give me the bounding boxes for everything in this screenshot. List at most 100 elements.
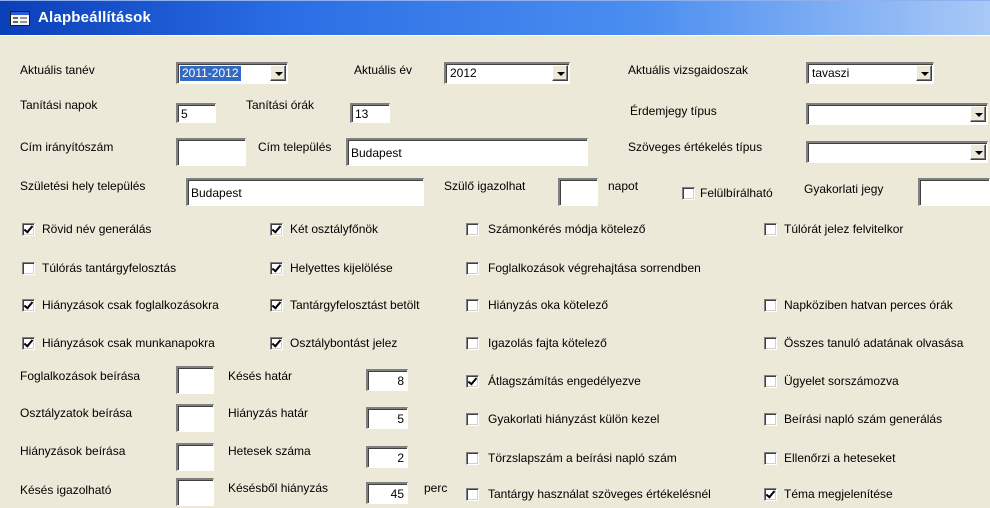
aktualis-tanev-value: 2011-2012 bbox=[180, 66, 241, 81]
torzslapszam-checkbox[interactable] bbox=[466, 452, 479, 465]
cim-telepules-label: Cím település bbox=[258, 140, 332, 154]
dropdown-arrow-icon[interactable] bbox=[916, 65, 932, 81]
ellenorzi-heteseket-checkbox[interactable] bbox=[764, 452, 777, 465]
szamonkeres-label: Számonkérés módja kötelező bbox=[488, 222, 646, 236]
aktualis-vizsgaidoszak-label: Aktuális vizsgaidoszak bbox=[628, 63, 749, 77]
hetesek-szama-input[interactable]: 2 bbox=[366, 446, 408, 468]
tantargyfelosztas-betolt-label: Tantárgyfelosztást betölt bbox=[290, 298, 420, 312]
hianyzasok-munkanap-label: Hiányzások csak munkanapokra bbox=[42, 336, 215, 350]
tuloras-tantargy-label: Túlórás tantárgyfelosztás bbox=[42, 261, 177, 275]
atlagszamitas-label: Átlagszámítás engedélyezve bbox=[488, 374, 641, 388]
ellenorzi-heteseket-label: Ellenőrzi a heteseket bbox=[784, 451, 896, 465]
hetesek-szama-label: Hetesek száma bbox=[228, 444, 311, 458]
napkoziben-checkbox[interactable] bbox=[764, 299, 777, 312]
osszes-tanulo-label: Összes tanuló adatának olvasása bbox=[784, 336, 964, 350]
aktualis-ev-label: Aktuális év bbox=[354, 63, 413, 77]
tanitasi-orak-input[interactable]: 13 bbox=[350, 103, 390, 123]
hianyzasok-foglalkozas-label: Hiányzások csak foglalkozásokra bbox=[42, 298, 219, 312]
aktualis-tanev-select[interactable]: 2011-2012 bbox=[176, 62, 288, 84]
ugyelet-checkbox[interactable] bbox=[764, 375, 777, 388]
tantargy-hasznalat-checkbox[interactable] bbox=[466, 488, 479, 501]
napkoziben-label: Napköziben hatvan perces órák bbox=[784, 298, 953, 312]
cim-telepules-input[interactable]: Budapest bbox=[346, 138, 588, 166]
aktualis-vizsgaidoszak-select[interactable]: tavaszi bbox=[806, 62, 934, 84]
dropdown-arrow-icon[interactable] bbox=[552, 65, 568, 81]
kesesbol-hianyzas-input[interactable]: 45 bbox=[366, 482, 408, 504]
osztalybontas-checkbox[interactable] bbox=[270, 337, 283, 350]
keses-igazolhato-label: Késés igazolható bbox=[20, 483, 112, 497]
gyakorlati-jegy-input[interactable] bbox=[918, 178, 990, 206]
dropdown-arrow-icon[interactable] bbox=[970, 106, 986, 122]
igazolas-fajta-label: Igazolás fajta kötelező bbox=[488, 336, 607, 350]
window-form-icon bbox=[10, 11, 30, 26]
helyettes-label: Helyettes kijelölése bbox=[290, 261, 393, 275]
felulbiralhato-label: Felülbírálható bbox=[700, 186, 773, 200]
hianyzasok-munkanap-checkbox[interactable] bbox=[22, 337, 35, 350]
torzslapszam-label: Törzslapszám a beírási napló szám bbox=[488, 451, 677, 465]
hianyzas-oka-checkbox[interactable] bbox=[466, 299, 479, 312]
szulo-igazolhat-label: Szülő igazolhat bbox=[444, 179, 526, 193]
tulorat-jelez-label: Túlórát jelez felvitelkor bbox=[784, 222, 904, 236]
window-title: Alapbeállítások bbox=[38, 9, 152, 26]
keses-igazolhato-input[interactable] bbox=[176, 478, 214, 506]
felulbiralhato-checkbox[interactable] bbox=[682, 187, 695, 200]
hianyzas-hatar-input[interactable]: 5 bbox=[366, 407, 408, 429]
ket-osztalyfonok-checkbox[interactable] bbox=[270, 223, 283, 236]
rovid-nev-label: Rövid név generálás bbox=[42, 222, 152, 236]
szoveges-ertekeles-tipus-label: Szöveges értékelés típus bbox=[628, 140, 763, 154]
szamonkeres-checkbox[interactable] bbox=[466, 223, 479, 236]
hianyzas-hatar-label: Hiányzás határ bbox=[228, 406, 309, 420]
osztalybontas-label: Osztálybontást jelez bbox=[290, 336, 398, 350]
dropdown-arrow-icon[interactable] bbox=[270, 65, 286, 81]
hianyzasok-beirasa-input[interactable] bbox=[176, 443, 214, 471]
osszes-tanulo-checkbox[interactable] bbox=[764, 337, 777, 350]
rovid-nev-checkbox[interactable] bbox=[22, 223, 35, 236]
tanitasi-napok-input[interactable]: 5 bbox=[176, 103, 216, 123]
keses-hatar-input[interactable]: 8 bbox=[366, 369, 408, 391]
szulo-igazolhat-unit: napot bbox=[608, 179, 639, 193]
tema-megjelenitese-label: Téma megjelenítése bbox=[784, 487, 893, 501]
tanitasi-napok-label: Tanítási napok bbox=[20, 98, 98, 112]
beirasi-naplo-label: Beírási napló szám generálás bbox=[784, 412, 943, 426]
kesesbol-hianyzas-label: Késésből hiányzás bbox=[228, 481, 329, 495]
kesesbol-hianyzas-unit: perc bbox=[424, 481, 448, 495]
igazolas-fajta-checkbox[interactable] bbox=[466, 337, 479, 350]
szoveges-ertekeles-tipus-select[interactable] bbox=[806, 141, 988, 163]
foglalkozasok-beirasa-input[interactable] bbox=[176, 366, 214, 394]
cim-iranyitoszam-label: Cím irányítószám bbox=[20, 140, 114, 154]
tulorat-jelez-checkbox[interactable] bbox=[764, 223, 777, 236]
settings-form: Aktuális tanév 2011-2012 Aktuális év 201… bbox=[0, 35, 990, 508]
foglalkozasok-sorrend-checkbox[interactable] bbox=[466, 262, 479, 275]
helyettes-checkbox[interactable] bbox=[270, 262, 283, 275]
erdemjegy-tipus-label: Érdemjegy típus bbox=[630, 104, 717, 118]
gyakorlati-hianyzas-label: Gyakorlati hiányzást külön kezel bbox=[488, 412, 660, 426]
osztalyzatok-beirasa-input[interactable] bbox=[176, 404, 214, 432]
aktualis-ev-value: 2012 bbox=[450, 66, 477, 80]
foglalkozasok-beirasa-label: Foglalkozások beírása bbox=[20, 369, 141, 383]
tema-megjelenitese-checkbox[interactable] bbox=[764, 488, 777, 501]
tuloras-tantargy-checkbox[interactable] bbox=[22, 262, 35, 275]
hianyzas-oka-label: Hiányzás oka kötelező bbox=[488, 298, 609, 312]
osztalyzatok-beirasa-label: Osztályzatok beírása bbox=[20, 406, 133, 420]
hianyzasok-beirasa-label: Hiányzások beírása bbox=[20, 444, 126, 458]
gyakorlati-jegy-label: Gyakorlati jegy bbox=[804, 182, 884, 196]
tantargy-hasznalat-label: Tantárgy használat szöveges értékelésnél bbox=[488, 487, 711, 501]
aktualis-tanev-label: Aktuális tanév bbox=[20, 63, 95, 77]
gyakorlati-hianyzas-checkbox[interactable] bbox=[466, 413, 479, 426]
szulo-igazolhat-input[interactable] bbox=[558, 178, 598, 206]
hianyzasok-foglalkozas-checkbox[interactable] bbox=[22, 299, 35, 312]
atlagszamitas-checkbox[interactable] bbox=[466, 375, 479, 388]
dropdown-arrow-icon[interactable] bbox=[970, 144, 986, 160]
aktualis-vizsgaidoszak-value: tavaszi bbox=[812, 66, 850, 80]
title-bar[interactable]: Alapbeállítások bbox=[0, 0, 990, 35]
aktualis-ev-select[interactable]: 2012 bbox=[444, 62, 570, 84]
keses-hatar-label: Késés határ bbox=[228, 369, 293, 383]
cim-iranyitoszam-input[interactable] bbox=[176, 138, 246, 166]
szuletesi-hely-input[interactable]: Budapest bbox=[186, 178, 424, 206]
szuletesi-hely-label: Születési hely település bbox=[20, 179, 146, 193]
beirasi-naplo-checkbox[interactable] bbox=[764, 413, 777, 426]
tantargyfelosztas-betolt-checkbox[interactable] bbox=[270, 299, 283, 312]
tanitasi-orak-label: Tanítási órák bbox=[246, 98, 315, 112]
erdemjegy-tipus-select[interactable] bbox=[806, 103, 988, 125]
ket-osztalyfonok-label: Két osztályfőnök bbox=[290, 222, 379, 236]
